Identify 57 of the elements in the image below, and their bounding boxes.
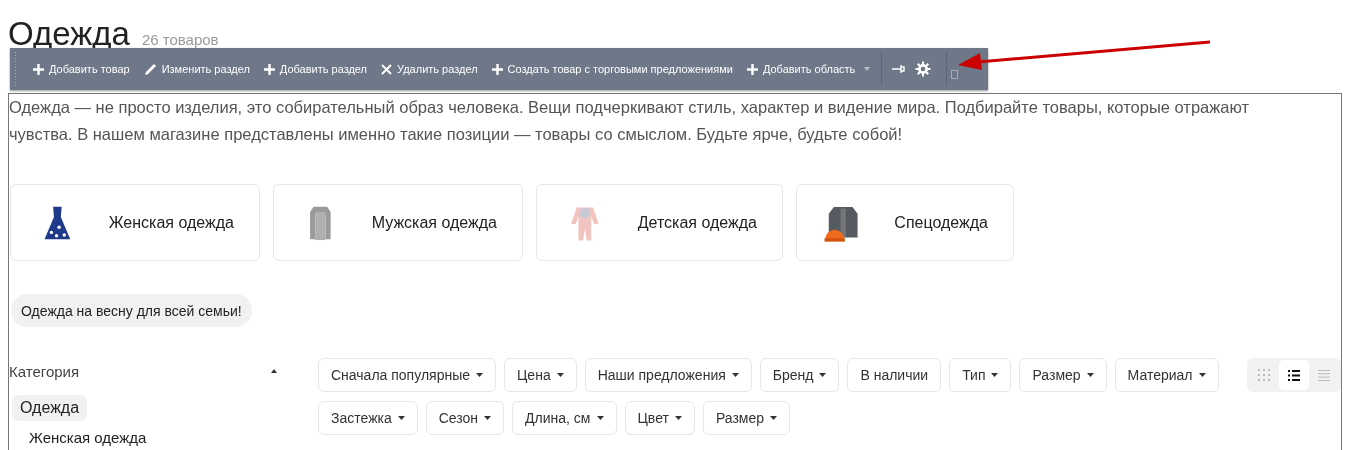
category-card[interactable]: Спецодежда <box>796 184 1014 261</box>
toolbar-button[interactable]: Добавить раздел <box>256 57 375 81</box>
caret-icon <box>397 416 405 420</box>
toolbar-button[interactable]: Создать товар с торговыми предложениями <box>484 57 740 81</box>
tag-chip[interactable]: Одежда на весну для всей семьи! <box>11 294 252 327</box>
filter-button[interactable]: Тип <box>949 358 1012 392</box>
category-name: Женская одежда <box>108 213 234 232</box>
filter-button[interactable]: Цвет <box>624 401 695 435</box>
category-card[interactable]: Детская одежда <box>536 184 783 261</box>
caret-icon <box>864 67 871 71</box>
caret-icon <box>819 373 827 377</box>
drag-handle[interactable] <box>14 51 18 87</box>
filter-button[interactable]: Длина, см <box>512 401 617 435</box>
category-item[interactable]: Женская одежда <box>21 425 155 450</box>
pencil-icon <box>143 62 157 76</box>
caret-icon <box>1086 373 1094 377</box>
toolbar-button[interactable]: Добавить товар <box>26 57 137 81</box>
filter-button[interactable]: Размер <box>702 401 790 435</box>
caret-icon <box>556 373 564 377</box>
toolbar-button[interactable]: Добавить область <box>739 57 878 81</box>
category-name: Детская одежда <box>637 213 757 232</box>
category-card[interactable]: Женская одежда <box>10 184 260 261</box>
filter-button[interactable]: Материал <box>1114 358 1219 392</box>
resize-icon[interactable] <box>951 69 959 79</box>
filter-button[interactable]: Наши предложения <box>584 358 752 392</box>
filter-button[interactable]: Цена <box>504 358 577 392</box>
caret-icon <box>770 416 777 420</box>
list-view-icon[interactable] <box>1279 360 1309 390</box>
category-name: Мужская одежда <box>371 213 497 232</box>
close-icon <box>381 63 393 75</box>
category-item[interactable]: Одежда <box>12 395 88 421</box>
toolbar-button[interactable]: Удалить раздел <box>374 57 485 81</box>
caret-icon <box>476 373 483 377</box>
category-name: Спецодежда <box>894 213 988 232</box>
caret-icon <box>674 416 682 420</box>
toolbar-button[interactable]: Изменить раздел <box>136 57 257 81</box>
caret-icon <box>731 373 739 377</box>
product-count: 26 товаров <box>141 31 219 48</box>
filter-button[interactable]: Сначала популярные <box>318 358 496 392</box>
filter-button[interactable]: Бренд <box>759 358 840 392</box>
caret-icon <box>596 416 604 420</box>
plus-icon <box>491 63 503 75</box>
plus-icon <box>263 63 275 75</box>
filter-button[interactable]: Застежка <box>318 401 418 435</box>
plus-icon <box>746 63 758 75</box>
caret-icon <box>991 373 999 377</box>
plus-icon <box>33 63 44 75</box>
filter-button[interactable]: Размер <box>1019 358 1107 392</box>
caret-icon <box>484 416 492 420</box>
category-card[interactable]: Мужская одежда <box>273 184 523 261</box>
collapse-icon[interactable] <box>271 369 277 373</box>
filter-title: Категория <box>9 362 80 380</box>
page-title: Одежда <box>8 16 130 52</box>
caret-icon <box>1198 373 1206 377</box>
description: Одежда — не просто изделия, это собирательный образ человека. Вещи подчеркивают стиль, характер и видение мира. Подбирайте товары, которые отражают чувства. В нашем магазине представлены именно такие позиции — товары со смыслом. Будьте ярче, будьте собой! <box>9 97 1251 145</box>
filter-button[interactable]: Сезон <box>425 401 505 435</box>
filter-button[interactable]: В наличии <box>847 358 942 392</box>
